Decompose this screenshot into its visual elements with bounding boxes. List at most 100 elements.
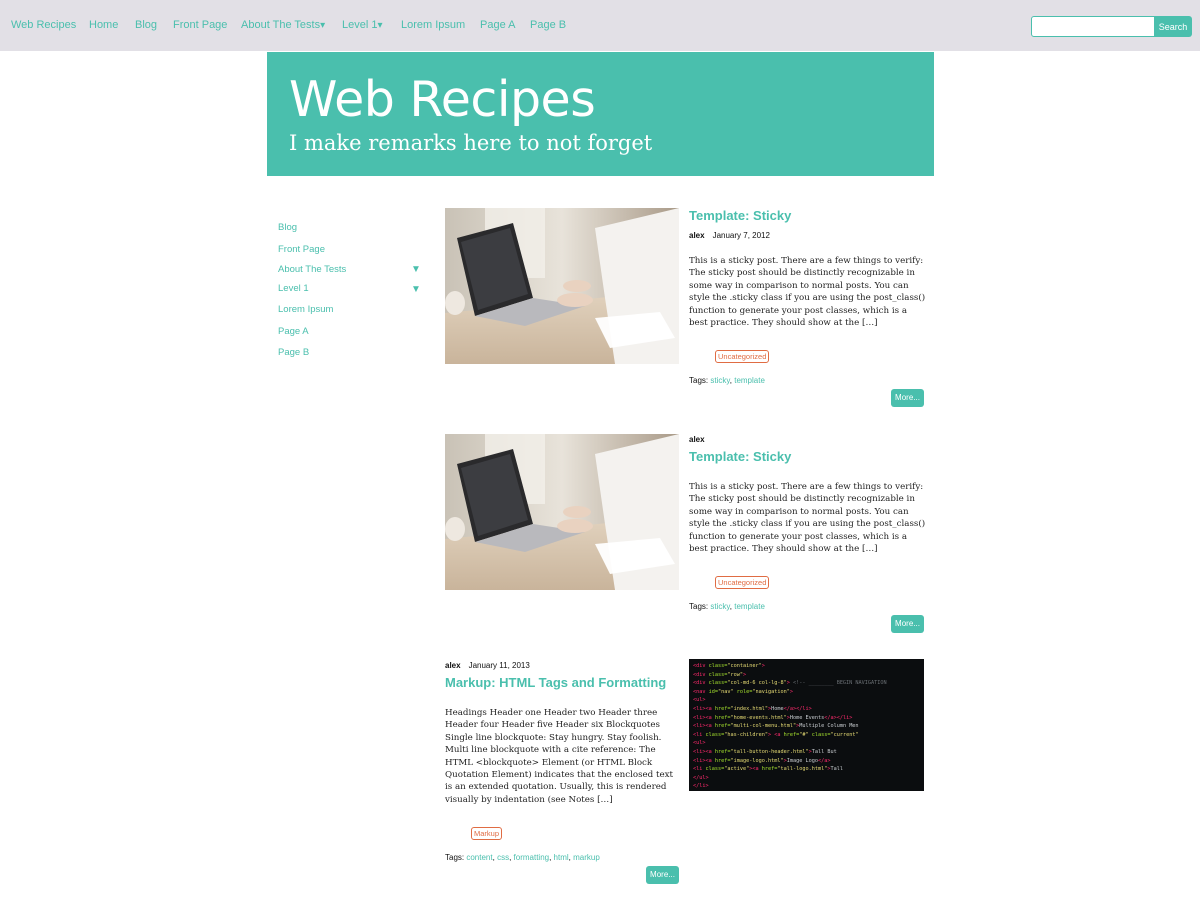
code-token: "#" (799, 731, 812, 738)
code-token: "tall-button-header.html" (730, 748, 809, 755)
post-thumbnail-laptop[interactable] (445, 208, 679, 364)
code-token: href= (714, 757, 731, 764)
nav-item-level-1[interactable]: Level 1▾ (342, 19, 383, 31)
category-badge[interactable]: Markup (471, 827, 503, 840)
code-token: > (761, 663, 765, 669)
sidebar-item-lorem-ipsum[interactable]: Lorem Ipsum (278, 304, 333, 315)
code-token: class= (705, 731, 725, 738)
nav-item-about-the-tests[interactable]: About The Tests▾ (241, 19, 325, 31)
post-meta: alex January 7, 2012 (689, 231, 770, 240)
code-token: "col-md-6 col-lg-8" (727, 680, 787, 687)
sidebar-item-page-b[interactable]: Page B (278, 347, 309, 358)
search-input[interactable] (1031, 16, 1155, 37)
chevron-down-icon: ▾ (320, 20, 326, 31)
sidebar-item-level-1[interactable]: Level 1 (278, 283, 309, 294)
category-badge[interactable]: Uncategorized (715, 350, 770, 363)
code-line: <ul> (693, 696, 920, 705)
chevron-down-icon[interactable]: ▼ (411, 284, 421, 295)
code-token: > (743, 671, 747, 678)
code-line: </li> (693, 782, 920, 791)
code-token: "container" (727, 663, 762, 669)
nav-item-front-page[interactable]: Front Page (173, 19, 227, 31)
tags-label: Tags: (689, 602, 709, 611)
site-tagline: I make remarks here to not forget (289, 131, 653, 155)
code-token: <nav (693, 688, 709, 695)
code-token: <ul> (693, 740, 706, 747)
code-token: <li><a (693, 748, 715, 755)
nav-item-blog[interactable]: Blog (135, 19, 157, 31)
tag-link[interactable]: markup (573, 853, 600, 862)
post-title[interactable]: Template: Sticky (689, 208, 791, 223)
post-thumbnail-code[interactable]: <div class="container"> <div class="row"… (689, 659, 924, 791)
post-meta: alex January 11, 2013 (445, 661, 530, 670)
code-token: "has-children" (724, 731, 768, 738)
more-button[interactable]: More... (891, 615, 924, 633)
post-title[interactable]: Template: Sticky (689, 449, 791, 464)
post-thumbnail-laptop[interactable] (445, 434, 679, 590)
nav-item-lorem-ipsum[interactable]: Lorem Ipsum (401, 19, 465, 31)
code-token: class= (811, 731, 831, 738)
tag-link[interactable]: template (734, 602, 765, 611)
tag-link[interactable]: sticky (710, 376, 729, 385)
code-token: Tall (830, 766, 843, 773)
post-date[interactable]: January 11, 2013 (469, 661, 530, 670)
sidebar-item-page-a[interactable]: Page A (278, 326, 309, 337)
search-button[interactable]: Search (1154, 16, 1192, 37)
more-button[interactable]: More... (891, 389, 924, 407)
nav-item-home[interactable]: Home (89, 19, 118, 31)
nav-item-page-a[interactable]: Page A (480, 19, 515, 31)
code-token: <div (693, 680, 709, 687)
code-line: <nav id="nav" role="navigation"> (693, 688, 920, 697)
more-button[interactable]: More... (646, 866, 679, 884)
code-line: <li><a href="tall-button-header.html">Ta… (693, 748, 920, 757)
post-excerpt: Headings Header one Header two Header th… (445, 708, 674, 805)
post-date[interactable]: January 7, 2012 (713, 231, 770, 240)
sidebar-item-front-page[interactable]: Front Page (278, 244, 325, 255)
post-title[interactable]: Markup: HTML Tags and Formatting (445, 675, 666, 690)
code-token: <div (693, 663, 709, 669)
post-excerpt: This is a sticky post. There are a few t… (689, 482, 926, 555)
sidebar-item-blog[interactable]: Blog (278, 222, 297, 233)
code-token: ><a (749, 766, 762, 773)
code-line: <div class="col-md-6 col-lg-8"> <!-- ___… (693, 679, 920, 688)
post-author[interactable]: alex (689, 231, 705, 240)
nav-item-about-the-tests-label: About The Tests (241, 19, 321, 31)
code-token: href= (783, 731, 800, 738)
tags-label: Tags: (445, 853, 465, 862)
code-token: <li><a (693, 723, 715, 730)
code-line: <ul> (693, 739, 920, 748)
tag-link[interactable]: sticky (710, 602, 729, 611)
tags-label: Tags: (689, 376, 709, 385)
chevron-down-icon[interactable]: ▼ (411, 264, 421, 275)
code-token: "tall-logo.html" (777, 766, 828, 773)
tag-link[interactable]: formatting (514, 853, 550, 862)
nav-item-page-b[interactable]: Page B (530, 19, 566, 31)
category-badge[interactable]: Uncategorized (715, 576, 770, 589)
code-token: Multiple Column Men (799, 723, 859, 730)
code-token: > <a (767, 731, 784, 738)
tag-link[interactable]: template (734, 376, 765, 385)
code-token: Image Logo (786, 757, 818, 764)
post-excerpt: This is a sticky post. There are a few t… (689, 256, 926, 329)
code-line: <div class="container"> (693, 662, 920, 671)
code-token: </a> (817, 757, 831, 764)
tag-link[interactable]: css (497, 853, 509, 862)
code-token: id= (708, 688, 718, 695)
code-token: "image-logo.html" (730, 757, 784, 764)
code-token: "home-events.html" (730, 714, 787, 721)
code-token: <li><a (693, 757, 715, 764)
code-token: "multi-col-menu.html" (730, 723, 797, 730)
code-token: href= (714, 723, 731, 730)
tag-link[interactable]: html (554, 853, 569, 862)
tag-link[interactable]: content (466, 853, 492, 862)
code-token: class= (708, 671, 728, 678)
post-author[interactable]: alex (689, 435, 705, 444)
code-line: </ul> (693, 774, 920, 783)
nav-brand-link[interactable]: Web Recipes (11, 19, 76, 31)
code-token: <li (693, 766, 706, 773)
sidebar-item-about-the-tests[interactable]: About The Tests (278, 264, 346, 275)
code-line: <li><a href="image-logo.html">Image Logo… (693, 757, 920, 766)
code-token: "navigation" (752, 688, 790, 695)
post-author[interactable]: alex (445, 661, 461, 670)
code-token: <!-- ________ BEGIN NAVIGATION (789, 680, 887, 687)
